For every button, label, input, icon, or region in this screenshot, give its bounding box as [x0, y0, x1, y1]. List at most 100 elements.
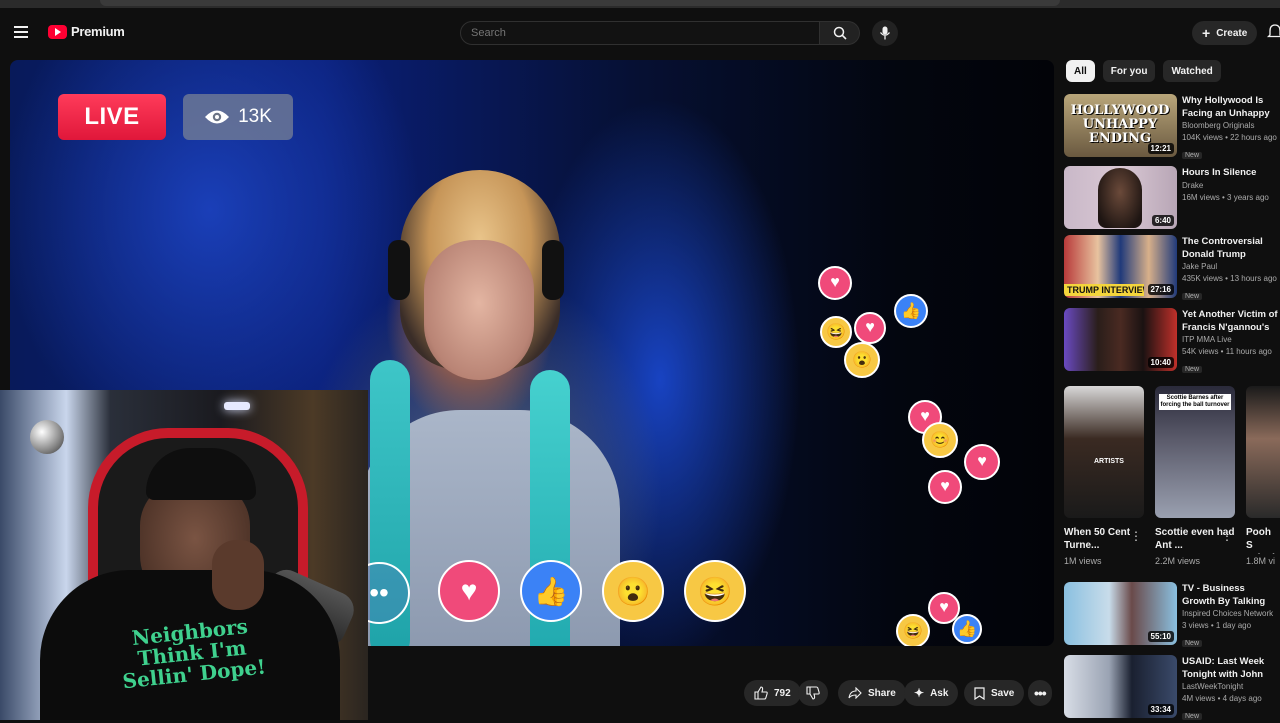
video-title[interactable]: The Controversial Donald Trump Interview	[1182, 235, 1280, 261]
recommended-video[interactable]: 10:40 Yet Another Victim of Francis N'ga…	[1064, 308, 1280, 374]
share-label: Share	[868, 687, 896, 699]
sparkle-icon: ✦	[914, 686, 925, 700]
short-video[interactable]: Scottie Barnes after forcing the ball tu…	[1155, 386, 1235, 576]
short-thumbnail[interactable]: ARTISTS	[1064, 386, 1144, 518]
video-thumbnail[interactable]: 10:40	[1064, 308, 1177, 371]
video-meta: 3 views • 1 day ago	[1182, 621, 1252, 630]
channel-name[interactable]: Drake	[1182, 180, 1280, 192]
new-badge: New	[1182, 640, 1203, 647]
notifications-icon[interactable]	[1266, 23, 1280, 43]
video-title[interactable]: TV - Business Growth By Talking With You…	[1182, 582, 1280, 608]
video-meta: 4M views • 4 days ago	[1182, 694, 1262, 703]
menu-icon[interactable]	[14, 23, 34, 43]
heart-reaction-icon: ♥	[818, 266, 852, 300]
video-duration: 6:40	[1151, 215, 1174, 226]
new-badge: New	[1182, 713, 1203, 720]
video-meta: 104K views • 22 hours ago	[1182, 133, 1277, 142]
channel-name[interactable]: ITP MMA Live	[1182, 334, 1280, 346]
plus-icon: +	[1202, 25, 1211, 41]
short-thumbnail[interactable]: Scottie Barnes after forcing the ball tu…	[1155, 386, 1235, 518]
haha-reaction-icon: 😆	[820, 316, 852, 348]
save-label: Save	[991, 687, 1015, 699]
search-input[interactable]	[471, 27, 819, 39]
new-badge: New	[1182, 366, 1203, 373]
ask-button[interactable]: ✦ Ask	[904, 680, 959, 706]
dislike-button[interactable]	[798, 680, 828, 706]
short-title[interactable]: Pooh S enjoyin	[1246, 526, 1280, 554]
thumbnail-figure	[1098, 168, 1142, 228]
more-actions-button[interactable]: •••	[1028, 680, 1052, 706]
search-button[interactable]	[820, 21, 860, 45]
share-icon	[848, 687, 862, 699]
create-label: Create	[1216, 27, 1248, 39]
heart-reaction-icon: ♥	[928, 470, 962, 504]
recommended-video[interactable]: 55:10 TV - Business Growth By Talking Wi…	[1064, 582, 1280, 648]
chip-all[interactable]: All	[1066, 60, 1095, 82]
logo-text: Premium	[71, 24, 125, 39]
video-title[interactable]: Why Hollywood Is Facing an Unhappy Endin…	[1182, 94, 1280, 120]
video-title[interactable]: USAID: Last Week Tonight with John Olive…	[1182, 655, 1280, 681]
thumbs-up-icon	[754, 686, 768, 700]
video-duration: 27:16	[1147, 284, 1174, 295]
video-thumbnail[interactable]: 55:10	[1064, 582, 1177, 645]
short-views: 1.8M vi	[1246, 556, 1276, 566]
thumbnail-text: ARTISTS	[1094, 458, 1124, 465]
video-thumbnail[interactable]: 33:34	[1064, 655, 1177, 718]
video-duration: 12:21	[1147, 143, 1174, 154]
save-button[interactable]: Save	[964, 680, 1025, 706]
like-reaction-icon[interactable]: 👍	[520, 560, 582, 622]
chip-for-you[interactable]: For you	[1102, 60, 1156, 82]
short-video[interactable]: ARTISTS When 50 Cent Turne... 1M views ⋮	[1064, 386, 1144, 576]
short-video[interactable]: Pooh S enjoyin 1.8M vi	[1246, 386, 1280, 576]
more-horizontal-icon: •••	[1034, 685, 1047, 701]
recommended-video[interactable]: TRUMP INTERVIEW 27:16 The Controversial …	[1064, 235, 1280, 301]
voice-search-button[interactable]	[872, 20, 898, 46]
haha-reaction-icon[interactable]: 😆	[684, 560, 746, 622]
more-vertical-icon[interactable]: ⋮	[1130, 529, 1142, 543]
video-thumbnail[interactable]: TRUMP INTERVIEW 27:16	[1064, 235, 1177, 298]
masthead: Premium + Create	[0, 8, 1280, 58]
thumbnail-text: HOLLYWOOD UNHAPPY ENDING	[1070, 103, 1170, 146]
thumbnail-text: TRUMP INTERVIEW	[1064, 284, 1144, 296]
like-reaction-icon: 👍	[894, 294, 928, 328]
thumbnail-text: Scottie Barnes after forcing the ball tu…	[1159, 394, 1231, 410]
video-duration: 33:34	[1147, 704, 1174, 715]
filter-chips: All For you Watched	[1066, 60, 1221, 82]
channel-name[interactable]: LastWeekTonight	[1182, 681, 1280, 693]
video-thumbnail[interactable]: HOLLYWOOD UNHAPPY ENDING 12:21	[1064, 94, 1177, 157]
youtube-logo[interactable]: Premium	[48, 24, 125, 39]
channel-name[interactable]: Inspired Choices Network	[1182, 608, 1280, 620]
video-title[interactable]: Yet Another Victim of Francis N'gannou's…	[1182, 308, 1280, 334]
haha-reaction-icon: 😆	[896, 614, 930, 646]
create-button[interactable]: + Create	[1192, 21, 1258, 45]
live-badge: LIVE	[58, 94, 166, 140]
more-vertical-icon[interactable]: ⋮	[1221, 529, 1233, 543]
ask-label: Ask	[930, 687, 949, 699]
eye-icon	[205, 110, 230, 124]
video-meta: 16M views • 3 years ago	[1182, 193, 1269, 202]
chip-watched[interactable]: Watched	[1163, 60, 1221, 82]
short-thumbnail[interactable]	[1246, 386, 1280, 518]
reactor-hand	[212, 540, 264, 610]
like-count: 792	[774, 687, 791, 699]
video-title[interactable]: Hours In Silence	[1182, 166, 1280, 180]
video-thumbnail[interactable]: 6:40	[1064, 166, 1177, 229]
channel-name[interactable]: Jake Paul	[1182, 261, 1280, 273]
recommended-video[interactable]: 33:34 USAID: Last Week Tonight with John…	[1064, 655, 1280, 721]
search-box[interactable]	[460, 21, 820, 45]
haha-reaction-icon: 😊	[922, 422, 958, 458]
heart-reaction-icon: ♥	[964, 444, 1000, 480]
short-views: 1M views	[1064, 556, 1102, 566]
recommended-video[interactable]: 6:40 Hours In Silence Drake 16M views • …	[1064, 166, 1280, 232]
channel-name[interactable]: Bloomberg Originals	[1182, 120, 1280, 132]
mic-icon	[879, 26, 891, 40]
share-button[interactable]: Share	[838, 680, 906, 706]
wow-reaction-icon: 😮	[844, 342, 880, 378]
save-playlist-icon	[974, 686, 985, 700]
heart-reaction-icon[interactable]: ♥	[438, 560, 500, 622]
recommended-video[interactable]: HOLLYWOOD UNHAPPY ENDING 12:21 Why Holly…	[1064, 94, 1280, 160]
like-button[interactable]: 792	[744, 680, 801, 706]
wow-reaction-icon[interactable]: 😮	[602, 560, 664, 622]
video-meta: 54K views • 11 hours ago	[1182, 347, 1272, 356]
video-duration: 55:10	[1147, 631, 1174, 642]
